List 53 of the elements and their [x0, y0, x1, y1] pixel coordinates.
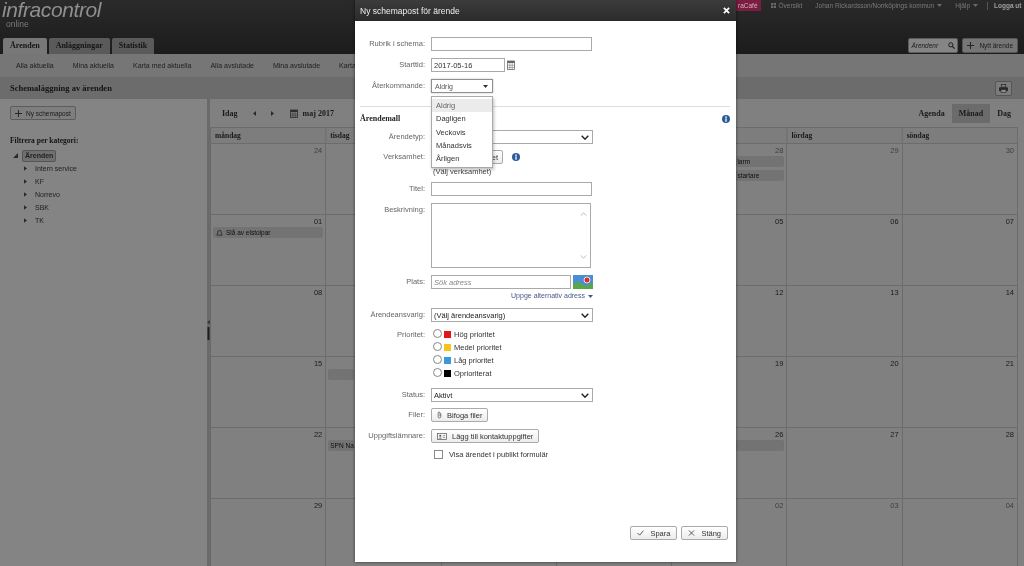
logo-subtext: online: [5, 20, 29, 29]
section-heading: Ärendemall: [360, 114, 401, 124]
calendar-icon[interactable]: [289, 108, 298, 118]
caret-down-icon: [937, 4, 943, 7]
radio-button[interactable]: [433, 328, 442, 338]
radio-button[interactable]: [433, 341, 442, 351]
previous-arrow-icon[interactable]: [252, 110, 256, 116]
check-icon: [637, 530, 645, 536]
caret-right-icon[interactable]: [24, 205, 27, 210]
collapse-handle-icon[interactable]: [207, 320, 210, 340]
bell-icon: [216, 229, 223, 236]
chevron-down-icon: [581, 392, 589, 398]
info-icon[interactable]: [722, 115, 730, 123]
logo-text: infracontrol: [2, 0, 102, 20]
chevron-down-icon: [581, 312, 589, 318]
dialog-title: Ny schemapost för ärende: [360, 5, 460, 16]
view-tab[interactable]: Månad: [951, 103, 991, 123]
checkbox[interactable]: [434, 450, 443, 459]
next-arrow-icon[interactable]: [270, 110, 274, 116]
caret-down-icon: [588, 294, 593, 298]
caret-right-icon[interactable]: [24, 166, 27, 171]
contact-card-icon: [437, 432, 447, 440]
tab[interactable]: Anläggningar: [48, 38, 110, 54]
caret-right-icon[interactable]: [24, 192, 27, 197]
info-icon[interactable]: [512, 153, 520, 161]
calendar-icon[interactable]: [507, 60, 515, 70]
month-label: maj 2017: [302, 108, 334, 118]
plus-icon: [15, 109, 22, 117]
text-field[interactable]: [431, 182, 592, 196]
caret-down-icon[interactable]: [13, 153, 18, 158]
caret-down-icon: [483, 84, 488, 88]
paperclip-icon: [437, 411, 442, 419]
text-field[interactable]: [431, 37, 592, 51]
tab[interactable]: Ärenden: [3, 38, 47, 54]
map-icon[interactable]: [573, 275, 593, 289]
close-icon: [688, 530, 696, 536]
plus-icon: [967, 42, 975, 49]
view-tab[interactable]: Dag: [990, 103, 1018, 123]
today-button[interactable]: Idag: [222, 108, 238, 118]
tab[interactable]: Statistik: [111, 38, 155, 54]
caret-down-icon: [973, 4, 979, 7]
grid-icon: [770, 3, 776, 8]
radio-button[interactable]: [433, 367, 442, 377]
view-tab[interactable]: Agenda: [911, 103, 952, 123]
close-icon[interactable]: [723, 7, 730, 14]
page-title: Schemaläggning av ärenden: [10, 83, 112, 93]
search-icon[interactable]: [948, 42, 956, 49]
chevron-down-icon: [581, 134, 589, 140]
caret-right-icon[interactable]: [24, 218, 27, 223]
print-button[interactable]: [995, 80, 1012, 96]
printer-icon: [999, 83, 1008, 93]
caret-right-icon[interactable]: [24, 179, 27, 184]
radio-button[interactable]: [433, 354, 442, 364]
